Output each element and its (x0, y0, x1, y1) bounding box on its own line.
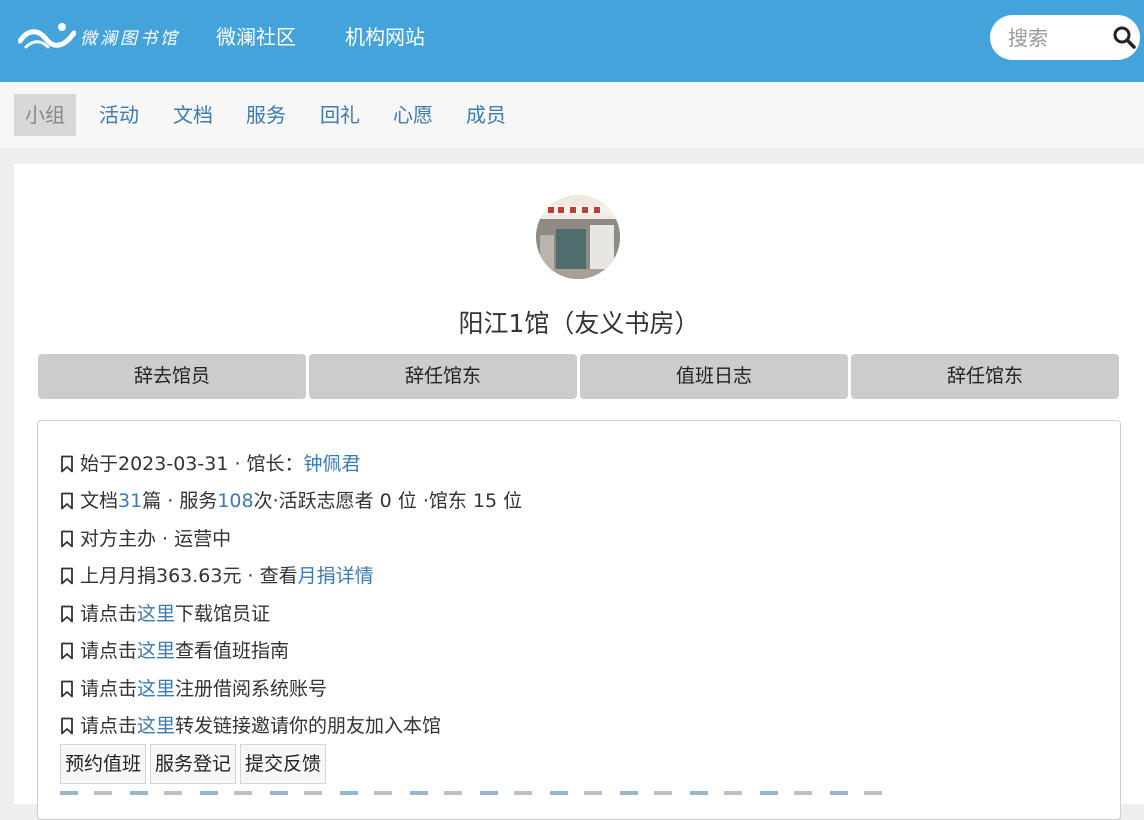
service-register-button[interactable]: 服务登记 (150, 744, 237, 784)
bookmark-icon (61, 717, 73, 735)
nav-weilan-community[interactable]: 微澜社区 (216, 24, 296, 50)
wave-logo-icon (18, 23, 76, 49)
group-avatar (536, 195, 620, 279)
cutoff-text-line (60, 789, 890, 795)
info-donation: 上月月捐363.63元 · 查看 月捐详情 (60, 563, 374, 589)
group-title: 阳江1馆（友义书房） (458, 309, 700, 338)
tab-wishes[interactable]: 心愿 (382, 94, 444, 136)
info-download-card: 请点击 这里 下载馆员证 (60, 601, 270, 627)
bookmark-icon (61, 530, 73, 548)
bookmark-icon (61, 642, 73, 660)
info-founded: 始于2023-03-31 · 馆长： 钟佩君 (60, 451, 361, 477)
info-register: 请点击 这里 注册借阅系统账号 (60, 676, 327, 702)
search-box (990, 15, 1140, 60)
duty-guide-link[interactable]: 这里 (137, 638, 175, 664)
tab-members[interactable]: 成员 (455, 94, 517, 136)
info-duty-guide: 请点击 这里 查看值班指南 (60, 638, 289, 664)
bookmark-icon (61, 680, 73, 698)
resign-patron-button[interactable]: 辞任馆东 (309, 354, 577, 399)
curator-link[interactable]: 钟佩君 (304, 451, 361, 477)
search-input[interactable] (1008, 25, 1118, 50)
resign-patron-button-2[interactable]: 辞任馆东 (851, 354, 1119, 399)
invite-friends-link[interactable]: 这里 (137, 713, 175, 739)
book-duty-button[interactable]: 预约值班 (60, 744, 147, 784)
nav-org-website[interactable]: 机构网站 (345, 24, 425, 50)
info-status: 对方主办 · 运营中 (60, 526, 231, 552)
top-header: 微澜图书馆 微澜社区 机构网站 (0, 0, 1144, 82)
bookmark-icon (61, 492, 73, 510)
duty-log-button[interactable]: 值班日志 (580, 354, 848, 399)
bookmark-icon (61, 455, 73, 473)
docs-count-link[interactable]: 31 (118, 488, 142, 514)
donation-details-link[interactable]: 月捐详情 (298, 563, 374, 589)
group-info-panel: 始于2023-03-31 · 馆长： 钟佩君 文档 31 篇 · 服务 108 次… (37, 420, 1121, 820)
search-icon[interactable] (1112, 25, 1136, 49)
tab-services[interactable]: 服务 (235, 94, 297, 136)
tab-documents[interactable]: 文档 (162, 94, 224, 136)
register-account-link[interactable]: 这里 (137, 676, 175, 702)
tab-activities[interactable]: 活动 (88, 94, 150, 136)
info-stats: 文档 31 篇 · 服务 108 次·活跃志愿者 0 位 ·馆东 15 位 (60, 488, 522, 514)
bookmark-icon (61, 605, 73, 623)
submit-feedback-button[interactable]: 提交反馈 (240, 744, 327, 784)
tab-gifts[interactable]: 回礼 (309, 94, 371, 136)
site-logo[interactable]: 微澜图书馆 (18, 16, 193, 56)
resign-staff-button[interactable]: 辞去馆员 (38, 354, 306, 399)
info-invite: 请点击 这里 转发链接邀请你的朋友加入本馆 (60, 713, 441, 739)
download-card-link[interactable]: 这里 (137, 601, 175, 627)
logo-text: 微澜图书馆 (80, 28, 180, 49)
bookmark-icon (61, 567, 73, 585)
services-count-link[interactable]: 108 (217, 488, 253, 514)
group-tabs: 小组 活动 文档 服务 回礼 心愿 成员 (0, 82, 1144, 148)
tab-group[interactable]: 小组 (14, 94, 76, 136)
group-card: 阳江1馆（友义书房） 辞去馆员 辞任馆东 值班日志 辞任馆东 始于2023-03… (14, 164, 1144, 820)
